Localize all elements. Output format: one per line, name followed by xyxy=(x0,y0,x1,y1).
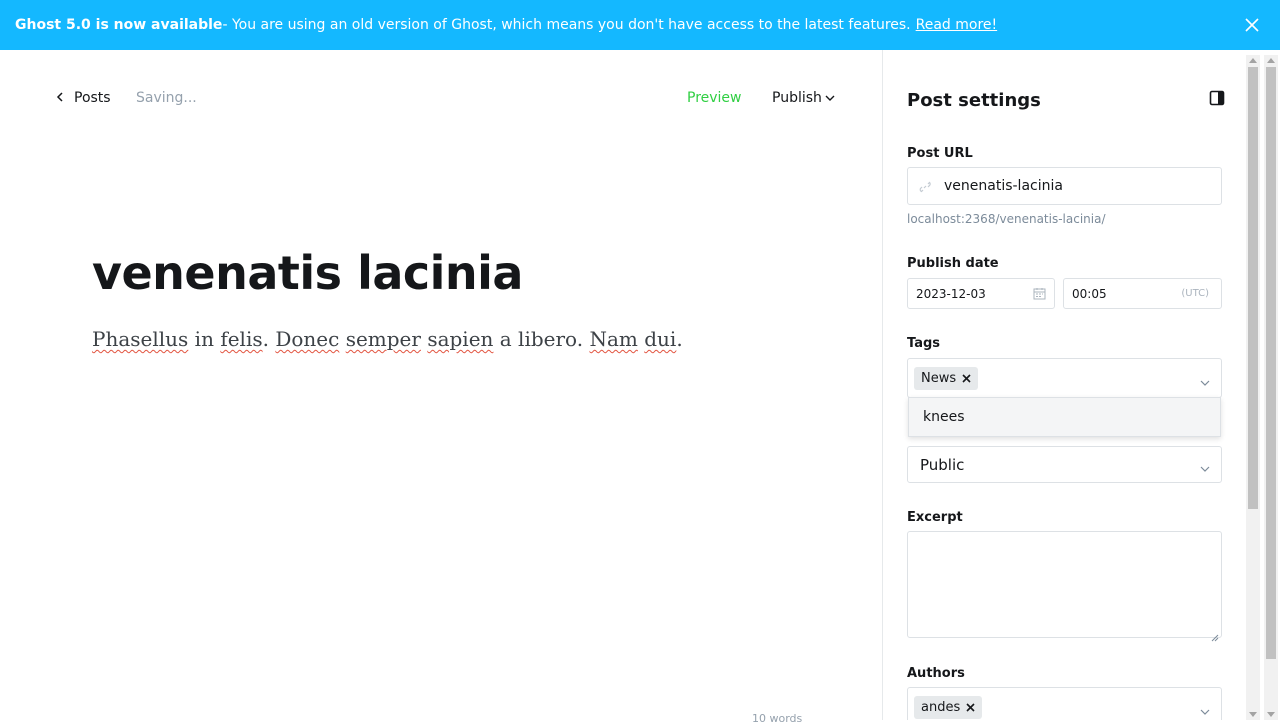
resize-handle-icon[interactable] xyxy=(1211,627,1219,642)
body-word: sapien xyxy=(427,327,494,351)
body-text: in xyxy=(188,327,221,351)
banner-message: - You are using an old version of Ghost,… xyxy=(222,17,911,33)
authors-input[interactable]: andes xyxy=(907,687,1222,720)
word-count: 10 words xyxy=(752,712,803,725)
page-scrollbar[interactable] xyxy=(1264,55,1278,720)
tag-chip: News xyxy=(914,366,979,390)
post-url-input[interactable] xyxy=(944,178,1204,194)
body-word: Phasellus xyxy=(92,327,189,351)
body-text: . xyxy=(676,327,683,351)
update-banner: Ghost 5.0 is now available - You are usi… xyxy=(0,0,1280,50)
visibility-value: Public xyxy=(920,455,965,474)
scroll-up-arrow-icon[interactable] xyxy=(1267,57,1275,63)
body-text: a libero. xyxy=(493,327,590,351)
post-url-label: Post URL xyxy=(907,146,973,161)
chevron-down-icon xyxy=(825,90,835,106)
body-word: semper xyxy=(345,327,421,351)
body-text: . xyxy=(262,327,276,351)
scroll-down-arrow-icon[interactable] xyxy=(1267,712,1275,718)
post-title[interactable]: venenatis lacinia xyxy=(92,246,523,300)
excerpt-field[interactable] xyxy=(907,531,1222,642)
publish-menu-button[interactable]: Publish xyxy=(772,90,835,106)
scroll-up-arrow-icon[interactable] xyxy=(1249,57,1257,63)
body-word: dui xyxy=(644,327,677,351)
calendar-icon[interactable] xyxy=(1033,287,1046,300)
back-label: Posts xyxy=(74,90,111,106)
tag-suggestions-dropdown: knees xyxy=(908,397,1221,437)
post-url-field[interactable] xyxy=(907,167,1222,205)
timezone-label: (UTC) xyxy=(1181,288,1209,299)
excerpt-label: Excerpt xyxy=(907,510,963,525)
excerpt-textarea[interactable] xyxy=(908,532,1221,637)
tags-input[interactable]: News xyxy=(907,358,1222,398)
post-url-hint: localhost:2368/venenatis-lacinia/ xyxy=(907,212,1106,226)
tag-chip-label: News xyxy=(921,370,957,386)
settings-scrollbar-thumb[interactable] xyxy=(1248,67,1258,509)
publish-time-value: 00:05 xyxy=(1072,286,1107,301)
tags-label: Tags xyxy=(907,336,941,351)
chevron-down-icon xyxy=(1199,460,1211,472)
page-scrollbar-thumb[interactable] xyxy=(1266,67,1276,659)
chevron-down-icon[interactable] xyxy=(1199,373,1211,386)
body-word: felis xyxy=(220,327,263,351)
editor-pane: Posts Saving... Preview Publish venenati… xyxy=(0,50,882,725)
publish-date-field[interactable]: 2023-12-03 xyxy=(907,278,1055,309)
publish-date-value: 2023-12-03 xyxy=(916,286,986,301)
save-status: Saving... xyxy=(136,90,197,106)
remove-tag-icon[interactable] xyxy=(962,373,971,383)
publish-label: Publish xyxy=(772,90,822,106)
body-word: Donec xyxy=(275,327,340,351)
banner-title: Ghost 5.0 is now available xyxy=(15,17,223,33)
settings-title: Post settings xyxy=(907,90,1041,111)
link-icon xyxy=(918,179,932,193)
remove-author-icon[interactable] xyxy=(966,702,975,712)
publish-date-label: Publish date xyxy=(907,256,999,271)
sidebar-toggle-icon[interactable] xyxy=(1209,90,1225,106)
scroll-down-arrow-icon[interactable] xyxy=(1249,712,1257,718)
author-chip: andes xyxy=(914,695,983,719)
tag-suggestion-option[interactable]: knees xyxy=(909,398,1220,436)
preview-button[interactable]: Preview xyxy=(687,90,742,106)
chevron-down-icon[interactable] xyxy=(1199,702,1211,715)
visibility-select[interactable]: Public xyxy=(907,446,1222,483)
banner-read-more-link[interactable]: Read more! xyxy=(916,17,998,33)
chevron-left-icon xyxy=(56,90,64,106)
settings-scrollbar[interactable] xyxy=(1246,55,1260,720)
close-icon[interactable] xyxy=(1242,15,1262,35)
author-chip-label: andes xyxy=(921,699,961,715)
back-to-posts-link[interactable]: Posts xyxy=(56,90,111,106)
post-settings-panel: Post settings Post URL localhost:2368/ve… xyxy=(883,50,1246,720)
authors-label: Authors xyxy=(907,666,965,681)
post-body[interactable]: Phasellus in felis. Donec semper sapien … xyxy=(92,327,683,351)
body-word: Nam xyxy=(589,327,638,351)
publish-time-field[interactable]: 00:05 (UTC) xyxy=(1063,278,1222,309)
